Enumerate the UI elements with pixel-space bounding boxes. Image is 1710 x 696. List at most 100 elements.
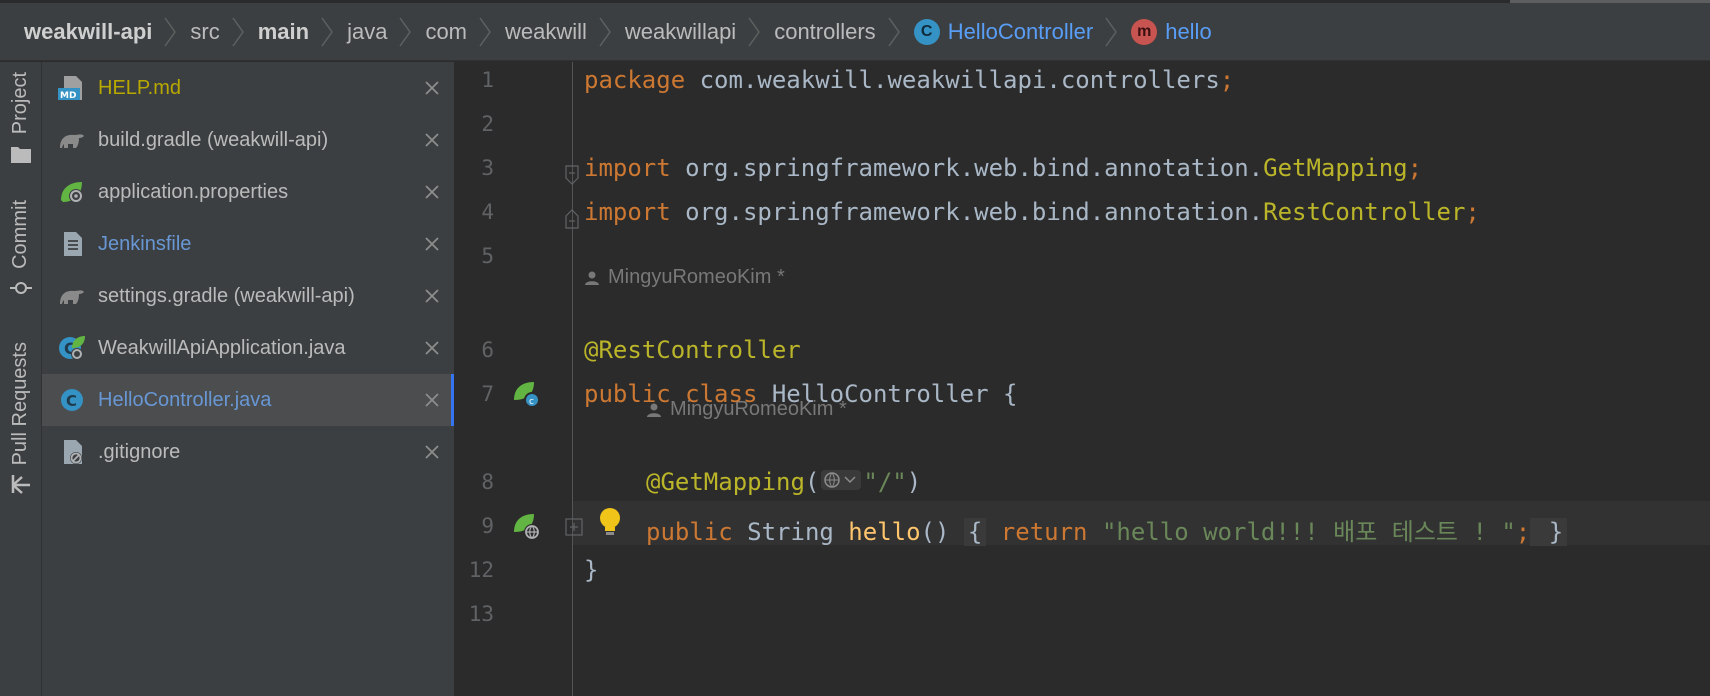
close-icon[interactable] [422, 182, 442, 202]
breadcrumb-main[interactable]: main [258, 19, 309, 45]
navigation-breadcrumb: weakwill-api src main java com weakwill … [0, 3, 1710, 61]
code-token: public [646, 518, 733, 546]
project-tool-tab[interactable]: Project [0, 72, 41, 164]
code-token: "hello world!!! 배포 테스트 ! " [1101, 518, 1516, 546]
svg-text:c: c [529, 397, 534, 407]
close-icon[interactable] [422, 130, 442, 150]
chevron-right-icon [888, 17, 900, 46]
code-token: org.springframework.web.bind.annotation. [670, 198, 1264, 226]
close-icon[interactable] [422, 78, 442, 98]
breadcrumb-class[interactable]: C HelloController [913, 18, 1094, 45]
breadcrumb-src[interactable]: src [190, 19, 219, 45]
code-token: ; [1465, 198, 1480, 226]
code-token: ; [1219, 66, 1235, 94]
breadcrumb-weakwill[interactable]: weakwill [505, 19, 587, 45]
code-token: ; [1515, 518, 1531, 546]
author-inlay-hint[interactable]: MingyuRomeoKim * [584, 266, 785, 289]
file-name: build.gradle (weakwill-api) [98, 128, 329, 151]
pull-requests-tool-tab[interactable]: Pull Requests [0, 342, 41, 495]
breadcrumb-controllers[interactable]: controllers [774, 19, 875, 45]
breadcrumb-method-label: hello [1165, 18, 1212, 44]
breadcrumb-com[interactable]: com [425, 19, 467, 45]
line-number: 1 [481, 68, 494, 92]
spring-properties-icon [61, 182, 83, 203]
author-name: MingyuRomeoKim * [608, 266, 785, 288]
code-token: @RestController [584, 336, 801, 364]
line-number: 2 [481, 112, 494, 136]
breadcrumb-method[interactable]: m hello [1131, 18, 1212, 45]
file-item-gitignore[interactable]: .gitignore [42, 426, 454, 478]
spring-bean-icon[interactable]: c [512, 380, 542, 410]
pull-request-icon [11, 475, 30, 495]
code-token: hello [848, 518, 921, 546]
folded-region[interactable]: { [963, 518, 987, 546]
gradle-icon [60, 290, 84, 304]
svg-text:MD: MD [60, 91, 76, 101]
code-token: @GetMapping [646, 468, 805, 496]
chevron-right-icon [232, 17, 244, 46]
file-item-settings-gradle[interactable]: settings.gradle (weakwill-api) [42, 270, 454, 322]
breadcrumb-project[interactable]: weakwill-api [24, 19, 152, 45]
chevron-right-icon [748, 17, 761, 46]
code-token: GetMapping [1263, 154, 1408, 182]
line-number: 6 [481, 338, 494, 362]
code-line-6: @RestController [584, 336, 801, 364]
file-item-build-gradle[interactable]: build.gradle (weakwill-api) [42, 114, 454, 166]
line-number: 8 [481, 470, 494, 494]
close-icon[interactable] [422, 338, 442, 358]
chevron-right-icon [479, 17, 491, 46]
text-file-icon [64, 232, 82, 256]
spring-endpoint-icon[interactable] [512, 512, 542, 542]
breadcrumb-weakwillapi[interactable]: weakwillapi [625, 19, 736, 45]
commit-tab-label: Commit [9, 200, 31, 269]
svg-text:C: C [66, 392, 77, 410]
file-name: application.properties [98, 180, 289, 203]
breadcrumb-class-label: HelloController [947, 18, 1094, 44]
code-editor[interactable]: 1 2 3 4 5 6 7 8 9 12 13 c MingyuRomeoKim… [454, 62, 1710, 696]
file-item-application-properties[interactable]: application.properties [42, 166, 454, 218]
folded-region[interactable]: } [1530, 518, 1568, 546]
file-item-weakwill-api-application[interactable]: C WeakwillApiApplication.java [42, 322, 454, 374]
code-token: String [732, 518, 849, 546]
code-line-7: public class HelloController { [584, 380, 1017, 408]
intention-bulb-icon[interactable] [597, 506, 623, 538]
code-token: RestController [1263, 198, 1466, 226]
ignore-file-icon [64, 440, 82, 464]
code-line-4: import org.springframework.web.bind.anno… [584, 198, 1480, 226]
close-icon[interactable] [422, 234, 442, 254]
code-token: import [584, 154, 671, 182]
fold-icon[interactable] [564, 206, 580, 230]
line-number: 7 [481, 382, 494, 406]
project-tab-label: Project [9, 72, 31, 135]
commit-tool-tab[interactable]: Commit [0, 200, 41, 299]
close-icon[interactable] [422, 442, 442, 462]
method-icon: m [1131, 18, 1158, 45]
code-line-3: import org.springframework.web.bind.anno… [584, 154, 1422, 182]
line-number: 4 [481, 200, 494, 224]
code-token: com.weakwill.weakwillapi.controllers [685, 66, 1220, 94]
fold-icon[interactable] [564, 164, 580, 188]
globe-dropdown-icon[interactable] [821, 469, 862, 497]
breadcrumb-java[interactable]: java [347, 19, 387, 45]
close-icon[interactable] [422, 286, 442, 306]
file-item-hello-controller[interactable]: C HelloController.java [42, 374, 457, 426]
file-name: settings.gradle (weakwill-api) [98, 284, 355, 307]
code-token: org.springframework.web.bind.annotation. [670, 154, 1264, 182]
expand-fold-icon[interactable] [564, 517, 584, 537]
line-number: 9 [481, 514, 494, 538]
close-icon[interactable] [422, 390, 442, 410]
file-item-help-md[interactable]: MD HELP.md [42, 62, 454, 114]
commit-icon [9, 281, 32, 294]
code-token: return [986, 518, 1102, 546]
code-line-9: public String hello() { return "hello wo… [646, 512, 1568, 547]
java-class-icon: C [61, 389, 83, 411]
file-item-jenkinsfile[interactable]: Jenkinsfile [42, 218, 454, 270]
file-name: .gitignore [98, 440, 181, 463]
file-name: WeakwillApiApplication.java [98, 336, 346, 359]
code-token: public class [584, 380, 758, 408]
chevron-right-icon [321, 17, 333, 46]
code-token: ; [1407, 154, 1423, 182]
tool-window-stripe: Project Commit Pull Requests [0, 62, 42, 696]
code-line-12: } [584, 556, 598, 584]
file-name: HelloController.java [98, 388, 272, 411]
